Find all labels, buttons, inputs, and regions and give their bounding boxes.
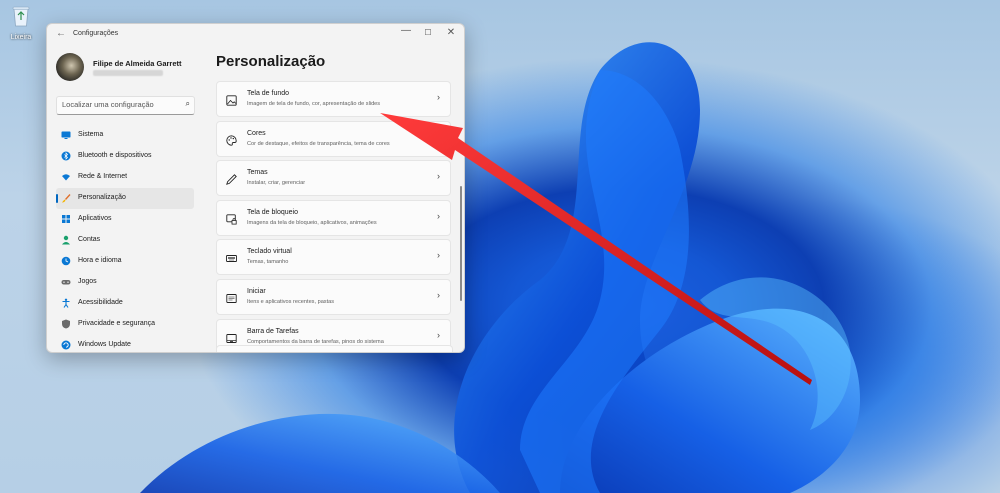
sidebar-item-label: Contas <box>78 236 101 243</box>
monitor-icon <box>61 130 71 140</box>
sidebar-item-privacidade-e-seguranca[interactable]: Privacidade e segurança <box>56 314 194 335</box>
sidebar-item-rede-internet[interactable]: Rede & Internet <box>56 167 194 188</box>
search-icon[interactable]: ⌕ <box>186 99 190 109</box>
chevron-right-icon: › <box>437 92 440 102</box>
lock-screen-icon <box>226 212 237 225</box>
sidebar-item-jogos[interactable]: Jogos <box>56 272 194 293</box>
sidebar-item-label: Acessibilidade <box>78 299 123 306</box>
brush-icon <box>61 193 71 203</box>
palette-icon <box>226 133 237 146</box>
avatar[interactable] <box>56 53 84 81</box>
recycle-bin-label: Lixeira <box>10 34 32 41</box>
card-title: Tela de fundo <box>247 90 290 97</box>
sidebar-item-label: Rede & Internet <box>78 173 128 180</box>
settings-card-tela-de-bloqueio[interactable]: Tela de bloqueio Imagens da tela de bloqu… <box>216 199 451 236</box>
card-description: Comportamentos da barra de tarefas, pino… <box>247 338 384 345</box>
image-icon <box>226 93 237 106</box>
maximize-button[interactable]: ☐ <box>417 28 439 37</box>
card-title: Cores <box>247 129 266 137</box>
card-description: Cor de destaque, efeitos de transparênci… <box>247 140 390 147</box>
person-icon <box>61 235 71 245</box>
chevron-right-icon: › <box>437 171 440 182</box>
bluetooth-icon <box>61 151 71 161</box>
card-description: Imagem de tela de fundo, cor, apresentaç… <box>247 101 381 107</box>
chevron-right-icon: › <box>437 210 440 221</box>
sidebar-item-acessibilidade[interactable]: Acessibilidade <box>56 293 194 314</box>
active-indicator <box>56 194 58 203</box>
sidebar-item-label: Hora e idioma <box>78 257 122 264</box>
card-description: Itens e aplicativos recentes, pastas <box>247 298 335 305</box>
accessibility-icon <box>61 298 71 308</box>
search-box[interactable]: ⌕ <box>56 96 195 115</box>
chevron-right-icon: › <box>437 329 440 340</box>
settings-card-teclado-virtual[interactable]: Teclado virtual Temas, tamanho › <box>216 239 451 276</box>
sidebar-item-aplicativos[interactable]: Aplicativos <box>56 209 194 230</box>
sidebar-item-label: Jogos <box>78 278 97 285</box>
settings-card-cores[interactable]: Cores Cor de destaque, efeitos de transpa… <box>216 120 451 157</box>
sidebar-item-label: Windows Update <box>78 341 131 348</box>
chevron-right-icon: › <box>437 289 440 300</box>
sidebar-item-label: Aplicativos <box>78 215 112 222</box>
settings-card-list: Tela de fundo Imagem de tela de fundo, co… <box>216 81 451 352</box>
recycle-bin-desktop-icon[interactable]: Lixeira <box>4 4 38 41</box>
sidebar-item-bluetooth-e-dispositivos[interactable]: Bluetooth e dispositivos <box>56 146 194 167</box>
sidebar-item-label: Sistema <box>78 131 104 138</box>
scrollbar[interactable] <box>460 186 462 301</box>
sidebar-item-label: Bluetooth e dispositivos <box>78 152 152 159</box>
sidebar-item-sistema[interactable]: Sistema <box>56 125 194 146</box>
settings-card-temas[interactable]: Temas Instalar, criar, gerenciar › <box>216 160 451 197</box>
card-title: Iniciar <box>247 287 266 295</box>
card-description: Instalar, criar, gerenciar <box>247 180 306 187</box>
search-input[interactable] <box>62 100 172 109</box>
wifi-icon <box>61 172 71 182</box>
sidebar-nav: Sistema Bluetooth e dispositivos Rede & In… <box>56 125 194 352</box>
sidebar-item-label: Personalização <box>78 194 126 201</box>
minimize-button[interactable]: — <box>395 25 417 36</box>
card-title: Temas <box>247 169 268 177</box>
recycle-bin-icon <box>12 6 30 27</box>
chevron-right-icon: › <box>437 131 440 142</box>
taskbar-icon <box>226 331 237 343</box>
window-title: Configurações <box>73 30 119 37</box>
card-title: Barra de Tarefas <box>247 327 299 335</box>
card-partial[interactable] <box>216 345 453 352</box>
chevron-right-icon: › <box>437 250 440 261</box>
back-arrow-icon[interactable]: ← <box>56 28 66 39</box>
user-name: Filipe de Almeida Garrett <box>93 59 182 68</box>
settings-card-tela-de-fundo[interactable]: Tela de fundo Imagem de tela de fundo, co… <box>216 81 451 117</box>
gamepad-icon <box>61 277 71 287</box>
user-email-redacted <box>93 70 163 76</box>
sidebar-item-windows-update[interactable]: Windows Update <box>56 335 194 352</box>
title-bar[interactable]: ← Configurações — ☐ ✕ <box>47 24 464 46</box>
settings-window: ← Configurações — ☐ ✕ Filipe de Almeida … <box>46 23 465 353</box>
card-description: Imagens da tela de bloqueio, aplicativos… <box>247 219 377 226</box>
settings-card-iniciar[interactable]: Iniciar Itens e aplicativos recentes, pas… <box>216 278 451 315</box>
card-title: Teclado virtual <box>247 248 292 256</box>
update-icon <box>61 340 71 350</box>
card-title: Tela de bloqueio <box>247 208 298 216</box>
close-button[interactable]: ✕ <box>440 27 462 38</box>
pen-icon <box>226 172 237 186</box>
globe-clock-icon <box>61 256 71 266</box>
page-title: Personalização <box>216 53 326 70</box>
sidebar-item-hora-e-idioma[interactable]: Hora e idioma <box>56 251 194 272</box>
keyboard-icon <box>226 251 237 263</box>
start-icon <box>226 291 237 303</box>
sidebar-item-contas[interactable]: Contas <box>56 230 194 251</box>
sidebar-item-label: Privacidade e segurança <box>78 320 156 327</box>
sidebar-item-personalizacao[interactable]: Personalização <box>56 188 194 209</box>
shield-icon <box>61 319 71 329</box>
apps-icon <box>61 214 71 224</box>
card-description: Temas, tamanho <box>247 259 289 266</box>
